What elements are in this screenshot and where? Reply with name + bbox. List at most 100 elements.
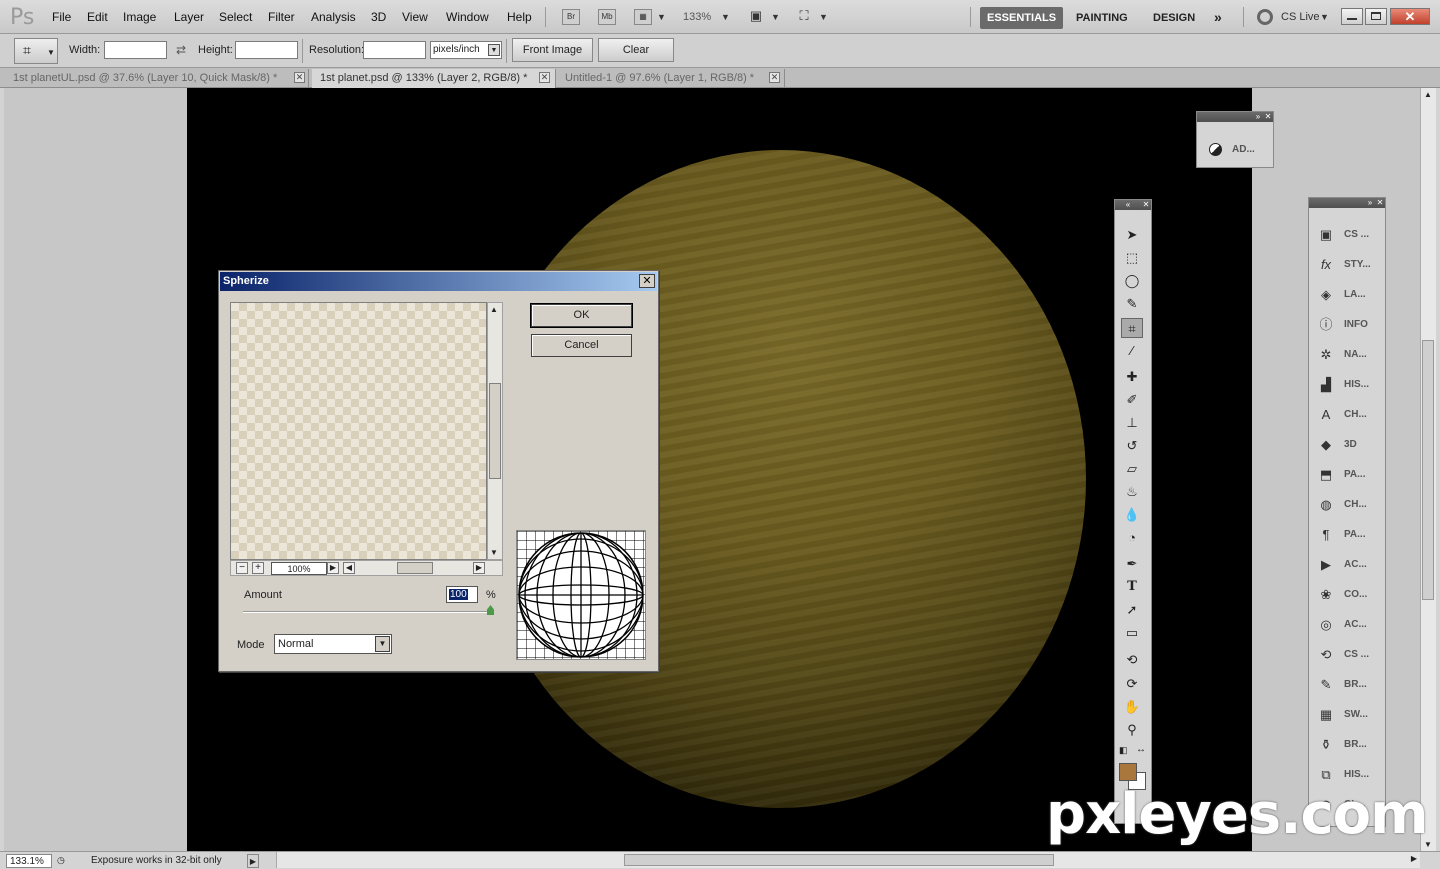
blur-tool-icon[interactable]: 💧 (1121, 505, 1143, 525)
scroll-right-icon[interactable]: ▶ (473, 562, 485, 574)
clear-button[interactable]: Clear (598, 38, 674, 62)
workspace-design[interactable]: DESIGN (1146, 7, 1202, 29)
shape-tool-icon[interactable]: ▭ (1121, 623, 1143, 643)
workspace-essentials[interactable]: ESSENTIALS (980, 7, 1064, 29)
stamp-tool-icon[interactable]: ⊥ (1121, 413, 1143, 433)
zoom-level[interactable]: 133% (683, 11, 711, 23)
move-tool-icon[interactable]: ➤ (1121, 225, 1143, 245)
amount-slider-thumb[interactable] (487, 605, 494, 615)
menu-image[interactable]: Image (123, 10, 156, 24)
zoom-tool-icon[interactable]: ⚲ (1121, 720, 1143, 740)
close-icon[interactable]: ✕ (1375, 198, 1385, 208)
adjustments-label[interactable]: AD... (1232, 144, 1255, 155)
eraser-tool-icon[interactable]: ▱ (1121, 459, 1143, 479)
swap-icon[interactable]: ⇄ (176, 43, 186, 57)
zoom-out-button[interactable]: − (236, 562, 248, 574)
ok-button[interactable]: OK (530, 303, 633, 328)
chevron-down-icon[interactable]: ▼ (657, 12, 666, 22)
more-workspaces-icon[interactable]: » (1207, 4, 1229, 26)
dock-item-info[interactable]: ⓘ INFO (1312, 312, 1382, 338)
history-brush-tool-icon[interactable]: ↺ (1121, 436, 1143, 456)
workspace-painting[interactable]: PAINTING (1069, 7, 1135, 29)
horizontal-scroll-thumb[interactable] (624, 854, 1054, 866)
cs-live-icon[interactable] (1257, 9, 1273, 25)
amount-field[interactable]: 100 (446, 586, 478, 603)
default-colors-icon[interactable]: ◧ (1119, 745, 1128, 756)
chevron-down-icon[interactable]: ▼ (771, 12, 780, 22)
height-field[interactable] (235, 41, 298, 59)
scroll-right-icon[interactable]: ▶ (1411, 854, 1417, 863)
filter-preview[interactable] (230, 302, 487, 560)
dialog-title[interactable]: Spherize (220, 272, 657, 291)
close-icon[interactable]: ✕ (769, 72, 780, 83)
scroll-left-icon[interactable]: ◀ (343, 562, 355, 574)
menu-layer[interactable]: Layer (174, 10, 204, 24)
status-menu-icon[interactable]: ▶ (247, 854, 259, 868)
cs-live-label[interactable]: CS Live (1281, 11, 1320, 23)
width-field[interactable] (104, 41, 167, 59)
dock-item-channels[interactable]: ◍ CH... (1312, 492, 1382, 518)
dock-item-layers[interactable]: ◈ LA... (1312, 282, 1382, 308)
dock-item-styles[interactable]: fx STY... (1312, 252, 1382, 278)
scroll-up-icon[interactable]: ▲ (490, 305, 498, 314)
status-info-icon[interactable]: ◷ (57, 854, 71, 868)
menu-analysis[interactable]: Analysis (311, 10, 356, 24)
lasso-tool-icon[interactable]: ◯ (1121, 271, 1143, 291)
crop-tool-preset[interactable]: ⌗ ▼ (14, 38, 58, 64)
menu-edit[interactable]: Edit (87, 10, 108, 24)
restore-button[interactable] (1365, 8, 1387, 25)
chevron-down-icon[interactable]: ▼ (819, 12, 828, 22)
collapse-icon[interactable]: » (1253, 112, 1263, 122)
dock-item-adjustments[interactable]: ◎ AC... (1312, 612, 1382, 638)
scroll-down-icon[interactable]: ▼ (490, 548, 498, 557)
dock-item-character[interactable]: A CH... (1312, 402, 1382, 428)
dodge-tool-icon[interactable]: ◔ (1121, 528, 1143, 548)
dock-item-histogram[interactable]: ▟ HIS... (1312, 372, 1382, 398)
chevron-down-icon[interactable]: ▼ (721, 12, 730, 22)
scroll-right-icon[interactable]: ▶ (327, 562, 339, 574)
adjustments-icon[interactable] (1209, 143, 1222, 156)
healing-tool-icon[interactable]: ✚ (1121, 367, 1143, 387)
preview-zoom-field[interactable]: 100% (271, 562, 327, 575)
scroll-up-icon[interactable]: ▲ (1424, 90, 1432, 99)
dock-item-color[interactable]: ❀ CO... (1312, 582, 1382, 608)
chevron-down-icon[interactable]: ▼ (1320, 12, 1329, 22)
mini-bridge-button[interactable]: Mb (598, 9, 616, 25)
close-icon[interactable]: ✕ (539, 72, 550, 83)
dock-item-cs-live[interactable]: ⟲ CS ... (1312, 642, 1382, 668)
tab-planetul[interactable]: 1st planetUL.psd @ 37.6% (Layer 10, Quic… (5, 69, 309, 88)
menu-help[interactable]: Help (507, 10, 532, 24)
screen-mode-icon[interactable]: ⛶ (795, 9, 813, 25)
menu-select[interactable]: Select (219, 10, 252, 24)
collapse-icon[interactable]: » (1365, 198, 1375, 208)
tab-1st-planet[interactable]: 1st planet.psd @ 133% (Layer 2, RGB/8) *… (312, 69, 556, 88)
menu-filter[interactable]: Filter (268, 10, 295, 24)
dock-item-navigator[interactable]: ✲ NA... (1312, 342, 1382, 368)
swap-colors-icon[interactable]: ↔ (1136, 744, 1146, 755)
close-icon[interactable]: ✕ (294, 72, 305, 83)
tab-untitled-1[interactable]: Untitled-1 @ 97.6% (Layer 1, RGB/8) * ✕ (557, 69, 785, 88)
collapse-icon[interactable]: « (1123, 200, 1133, 210)
dock-item-paragraph[interactable]: ¶ PA... (1312, 522, 1382, 548)
menu-window[interactable]: Window (446, 10, 489, 24)
close-window-button[interactable]: ✕ (1390, 8, 1430, 25)
menu-3d[interactable]: 3D (371, 10, 386, 24)
close-icon[interactable]: ✕ (1141, 200, 1151, 210)
close-icon[interactable]: ✕ (1263, 112, 1273, 122)
preview-horizontal-thumb[interactable] (397, 562, 433, 574)
preview-vertical-thumb[interactable] (489, 383, 501, 479)
front-image-button[interactable]: Front Image (512, 38, 593, 62)
dock-item-swatches[interactable]: ▦ SW... (1312, 702, 1382, 728)
hand-tool-icon[interactable]: ✋ (1121, 697, 1143, 717)
vertical-scroll-thumb[interactable] (1422, 340, 1434, 600)
arrange-icon[interactable]: ▣ (747, 9, 765, 25)
type-tool-icon[interactable]: T (1121, 577, 1143, 597)
3d-rotate-tool-icon[interactable]: ⟲ (1121, 650, 1143, 670)
dock-item-brushes[interactable]: ✎ BR... (1312, 672, 1382, 698)
amount-slider[interactable] (243, 611, 492, 613)
dock-item-brush-presets[interactable]: ⚱ BR... (1312, 732, 1382, 758)
dock-item-3d[interactable]: ◆ 3D (1312, 432, 1382, 458)
crop-tool-icon[interactable]: ⌗ (1121, 318, 1143, 338)
paint-bucket-tool-icon[interactable]: ♨ (1121, 482, 1143, 502)
dock-item-paths[interactable]: ⬒ PA... (1312, 462, 1382, 488)
